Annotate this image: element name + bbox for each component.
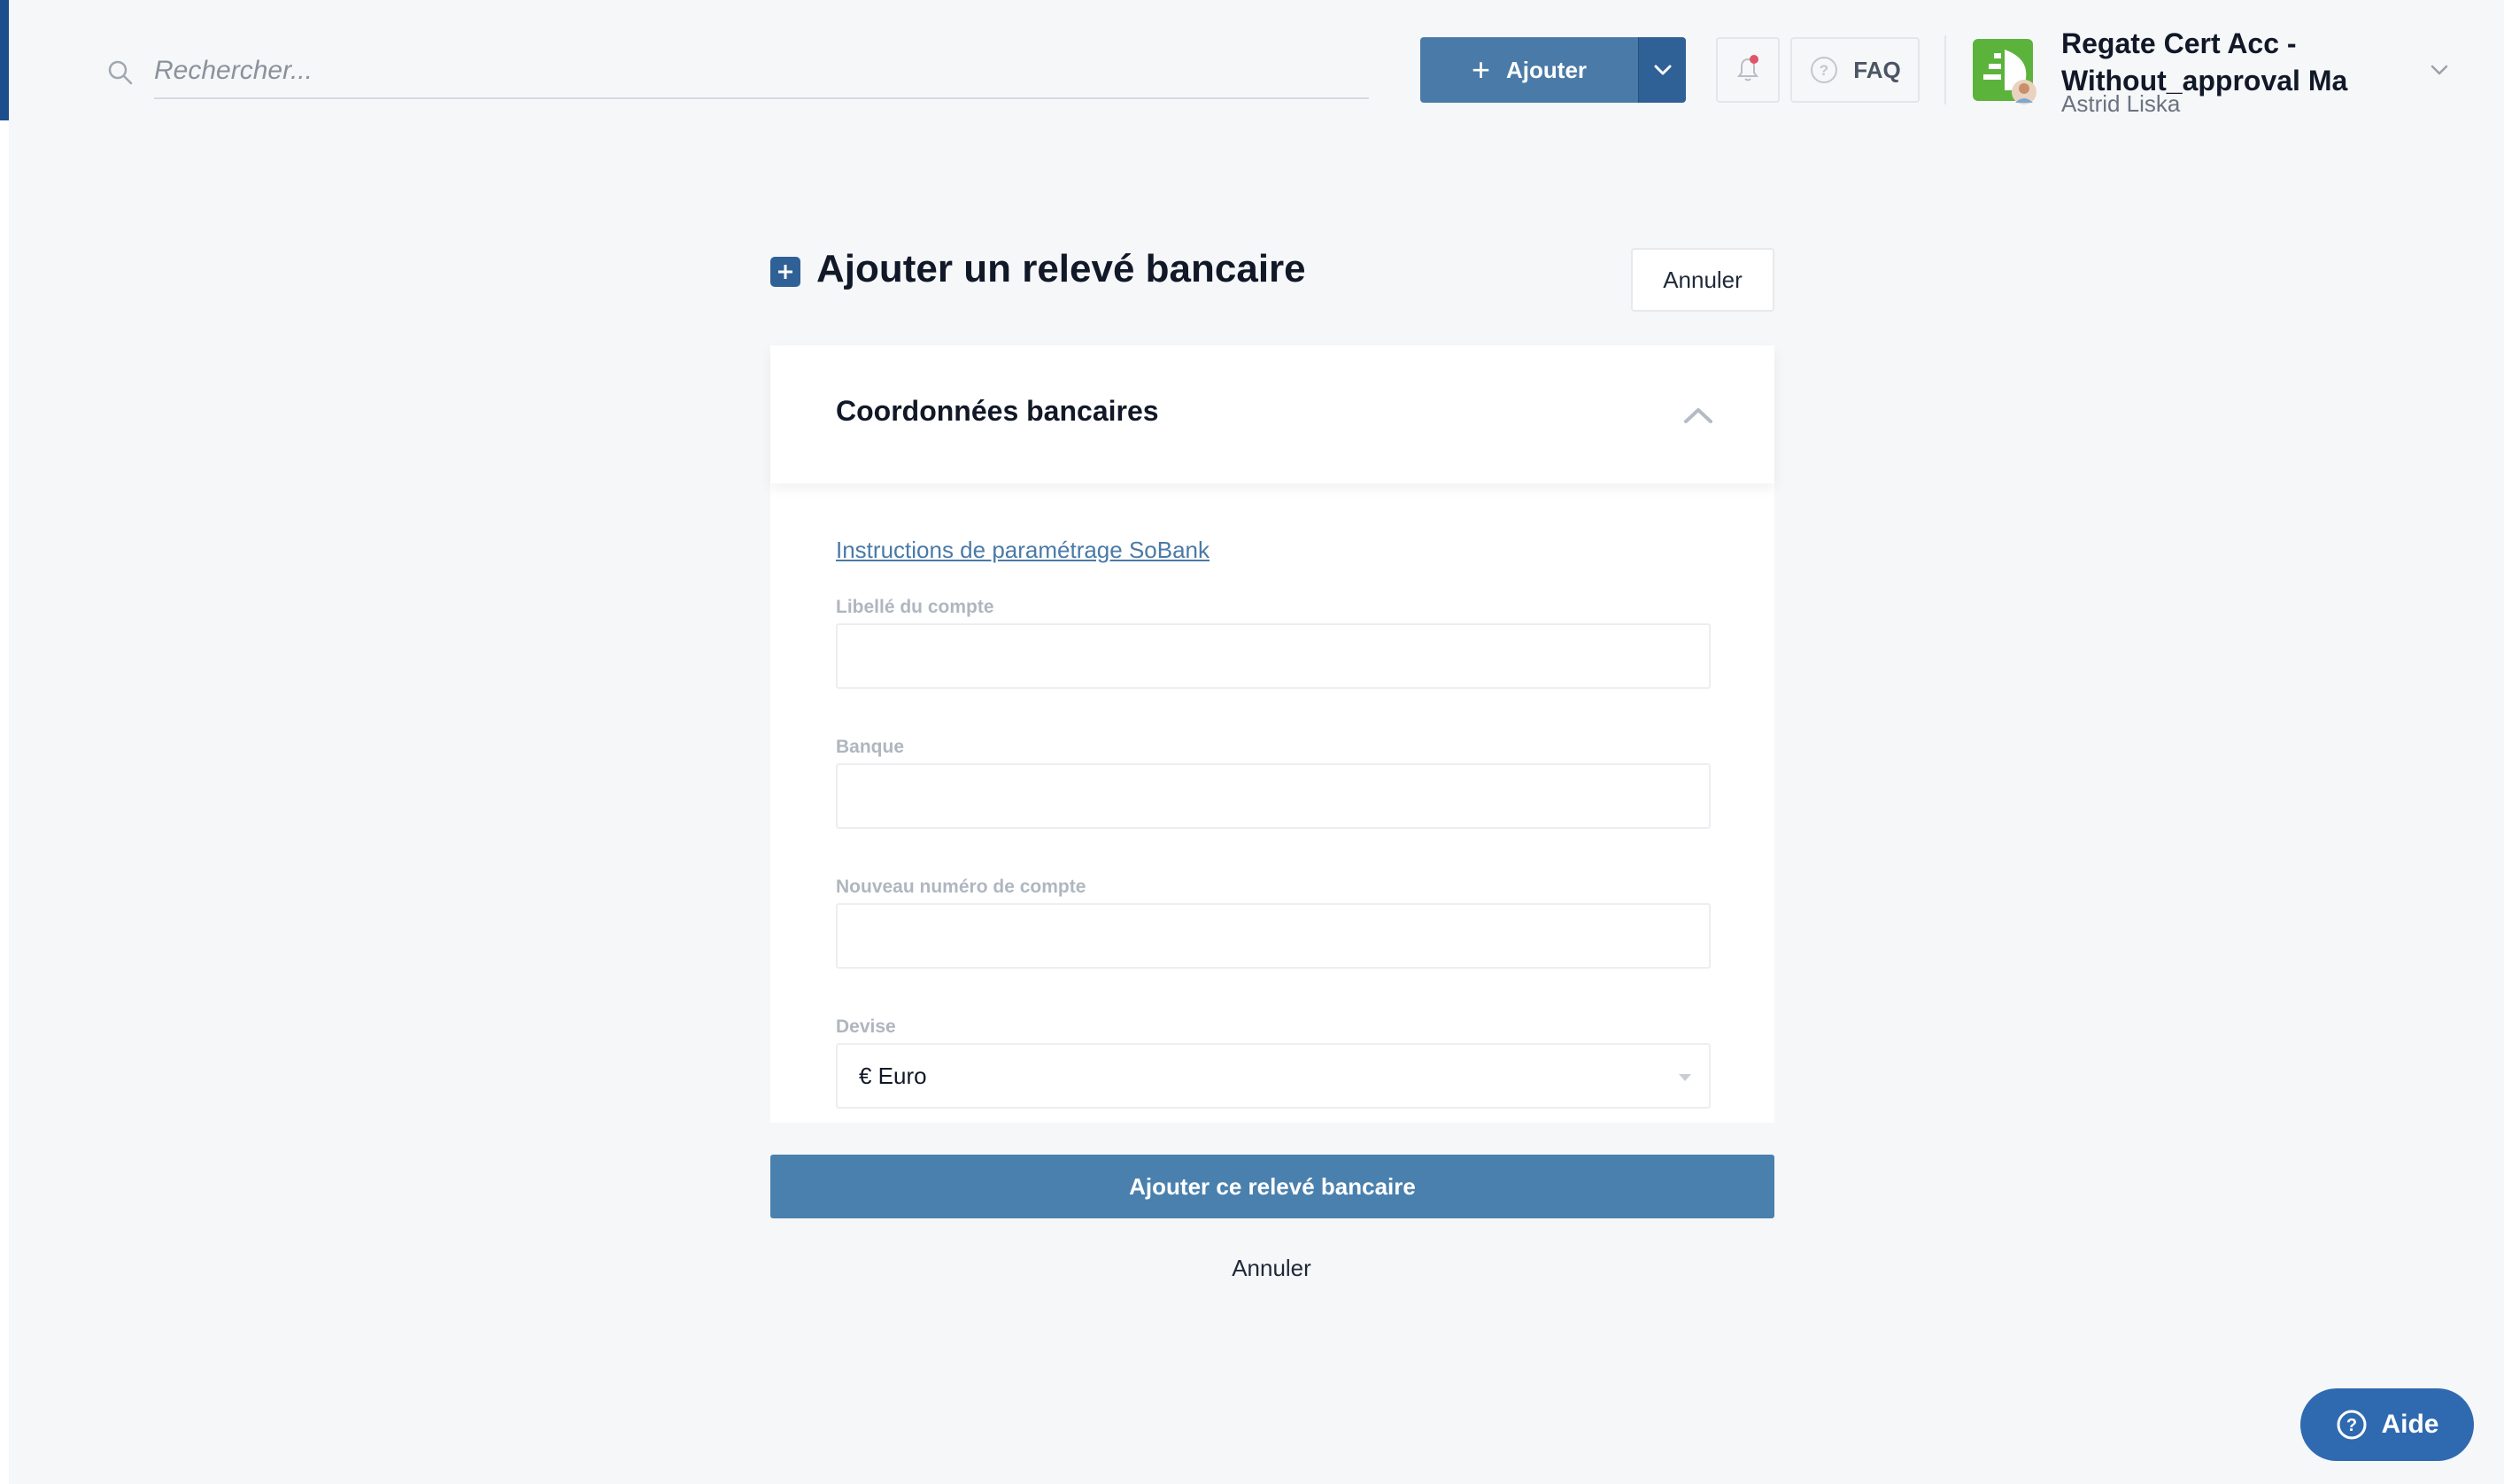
sobank-instructions-link[interactable]: Instructions de paramétrage SoBank — [836, 537, 1209, 564]
add-bank-statement-button[interactable]: Ajouter ce relevé bancaire — [770, 1155, 1774, 1218]
sidebar-strip — [0, 120, 9, 1484]
currency-label: Devise — [836, 1016, 896, 1037]
add-button-label: Ajouter — [1506, 56, 1588, 83]
section-header[interactable]: Coordonnées bancaires — [770, 345, 1774, 483]
chevron-down-icon — [1654, 65, 1671, 75]
company-logo-icon — [1973, 39, 2036, 104]
account-number-input[interactable] — [836, 903, 1711, 969]
currency-select[interactable]: € Euro — [836, 1043, 1711, 1109]
notification-dot — [1750, 55, 1758, 64]
account-label-input[interactable] — [836, 623, 1711, 689]
user-name: Astrid Liska — [2061, 90, 2181, 117]
chevron-down-icon[interactable] — [2426, 57, 2453, 83]
account-switcher[interactable]: Regate Cert Acc - Without_approval Ma As… — [1973, 25, 2469, 122]
question-circle-icon: ? — [1811, 57, 1838, 83]
question-circle-icon: ? — [2337, 1410, 2367, 1440]
topbar-divider — [1944, 35, 1946, 104]
search-input[interactable] — [154, 44, 1369, 99]
add-button[interactable]: + Ajouter — [1420, 37, 1638, 103]
page-title: Ajouter un relevé bancaire — [816, 247, 1306, 290]
svg-text:?: ? — [2346, 1416, 2357, 1435]
help-label: Aide — [2381, 1410, 2439, 1439]
caret-down-icon — [1679, 1074, 1691, 1081]
account-number-label: Nouveau numéro de compte — [836, 877, 1086, 897]
help-button[interactable]: ? Aide — [2300, 1388, 2474, 1461]
cancel-button-top[interactable]: Annuler — [1631, 248, 1774, 312]
account-label-label: Libellé du compte — [836, 597, 994, 617]
section-title: Coordonnées bancaires — [836, 395, 1159, 427]
top-bar: + Ajouter ? FAQ Regate — [9, 0, 2504, 133]
notifications-button[interactable] — [1716, 37, 1780, 103]
add-dropdown-toggle[interactable] — [1638, 37, 1686, 103]
chevron-up-icon[interactable] — [1681, 398, 1716, 434]
page-header: Ajouter un relevé bancaire Annuler — [770, 246, 1774, 313]
svg-text:?: ? — [1820, 62, 1828, 79]
search-bar — [104, 44, 1371, 101]
cancel-button-bottom[interactable]: Annuler — [1183, 1248, 1360, 1287]
currency-value: € Euro — [859, 1062, 927, 1089]
search-icon — [108, 60, 133, 85]
bank-details-card: Coordonnées bancaires Instructions de pa… — [770, 345, 1774, 1123]
account-name: Regate Cert Acc - Without_approval Ma — [2061, 27, 2348, 97]
bank-input[interactable] — [836, 763, 1711, 829]
sidebar-accent — [0, 0, 9, 120]
plus-square-icon — [770, 257, 800, 287]
plus-icon: + — [1471, 51, 1491, 88]
faq-button[interactable]: ? FAQ — [1790, 37, 1920, 103]
bank-label: Banque — [836, 737, 905, 757]
faq-label: FAQ — [1853, 56, 1901, 83]
